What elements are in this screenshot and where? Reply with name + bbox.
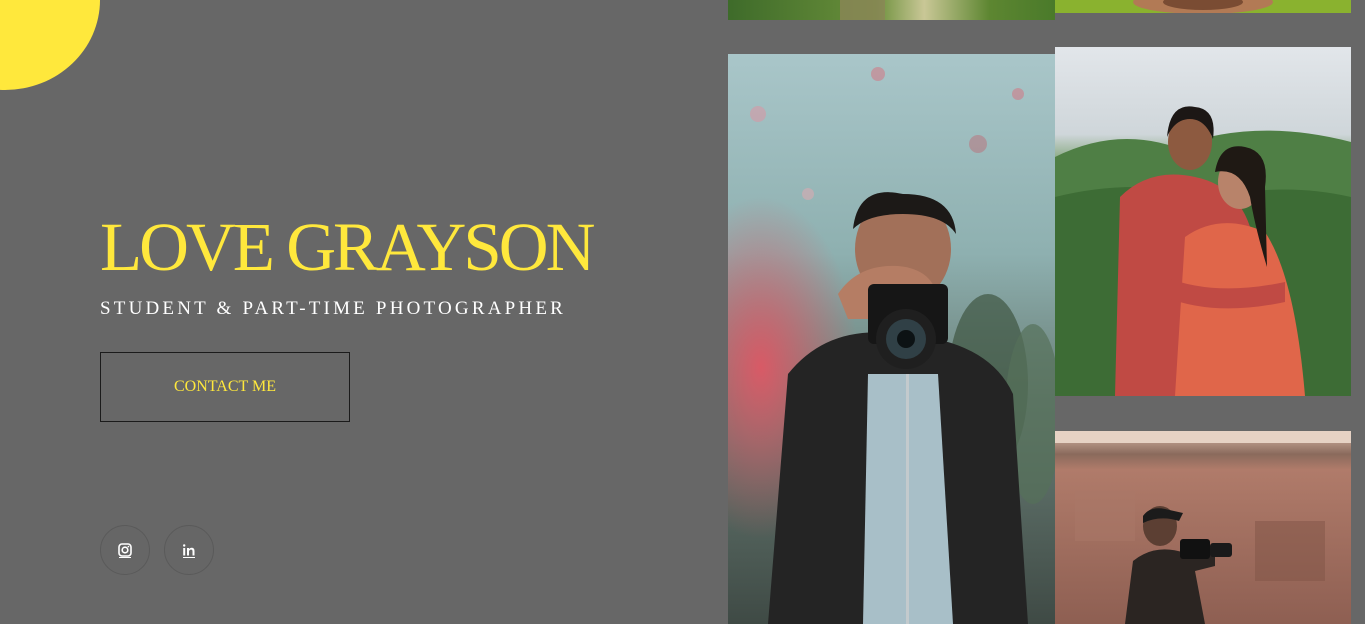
portrait-photo[interactable] — [1055, 0, 1351, 13]
linkedin-link[interactable] — [164, 525, 214, 575]
linkedin-icon — [183, 544, 195, 558]
street-photographer-photo[interactable] — [1055, 431, 1351, 624]
instagram-icon — [118, 543, 132, 558]
photographer-with-camera-photo[interactable] — [728, 54, 1055, 624]
hero-subtitle: STUDENT & PART-TIME PHOTOGRAPHER — [100, 298, 567, 319]
hero-title: LOVE GRAYSON — [100, 209, 595, 285]
contact-me-button[interactable]: CONTACT ME — [100, 352, 350, 422]
contact-me-label: CONTACT ME — [174, 378, 276, 395]
menu-button[interactable] — [0, 0, 100, 90]
instagram-link[interactable] — [100, 525, 150, 575]
couple-embrace-photo[interactable] — [1055, 47, 1351, 396]
forest-trunk-photo[interactable] — [728, 0, 1055, 20]
portfolio-page: LOVE GRAYSON STUDENT & PART-TIME PHOTOGR… — [0, 0, 1365, 624]
